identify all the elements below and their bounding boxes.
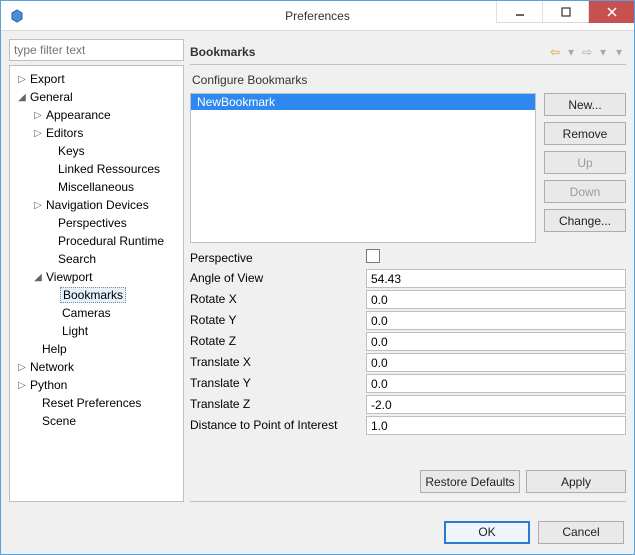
tree-item-light[interactable]: Light — [12, 322, 181, 340]
new-button[interactable]: New... — [544, 93, 626, 116]
tree-item-editors[interactable]: ▷Editors — [12, 124, 181, 142]
nav-back-icon[interactable]: ⇦ — [548, 45, 562, 59]
dropdown-icon[interactable]: ▾ — [596, 45, 610, 59]
tree-item-export[interactable]: ▷Export — [12, 70, 181, 88]
rotate-x-label: Rotate X — [190, 290, 360, 309]
preferences-tree[interactable]: ▷Export ◢General ▷Appearance ▷Editors Ke… — [9, 65, 184, 502]
tree-item-perspectives[interactable]: Perspectives — [12, 214, 181, 232]
tree-item-miscellaneous[interactable]: Miscellaneous — [12, 178, 181, 196]
tree-item-navigation-devices[interactable]: ▷Navigation Devices — [12, 196, 181, 214]
window-controls — [496, 1, 634, 30]
tree-item-reset-preferences[interactable]: Reset Preferences — [12, 394, 181, 412]
tree-item-search[interactable]: Search — [12, 250, 181, 268]
distance-label: Distance to Point of Interest — [190, 416, 360, 435]
nav-forward-icon[interactable]: ⇨ — [580, 45, 594, 59]
chevron-right-icon: ▷ — [32, 128, 44, 139]
rotate-z-label: Rotate Z — [190, 332, 360, 351]
tree-item-general[interactable]: ◢General — [12, 88, 181, 106]
down-button[interactable]: Down — [544, 180, 626, 203]
chevron-right-icon: ▷ — [32, 200, 44, 211]
tree-item-procedural-runtime[interactable]: Procedural Runtime — [12, 232, 181, 250]
perspective-label: Perspective — [190, 249, 360, 267]
titlebar: Preferences — [1, 1, 634, 31]
tree-item-linked-resources[interactable]: Linked Ressources — [12, 160, 181, 178]
chevron-right-icon: ▷ — [32, 110, 44, 121]
preferences-window: Preferences ▷Export ◢General ▷Appearance… — [0, 0, 635, 555]
cancel-button[interactable]: Cancel — [538, 521, 624, 544]
rotate-x-input[interactable] — [366, 290, 626, 309]
apply-button[interactable]: Apply — [526, 470, 626, 493]
menu-dropdown-icon[interactable]: ▾ — [612, 45, 626, 59]
tree-item-cameras[interactable]: Cameras — [12, 304, 181, 322]
translate-z-input[interactable] — [366, 395, 626, 414]
chevron-right-icon: ▷ — [16, 380, 28, 391]
rotate-y-input[interactable] — [366, 311, 626, 330]
bookmark-item[interactable]: NewBookmark — [191, 94, 535, 110]
perspective-checkbox[interactable] — [366, 249, 380, 263]
section-header: Bookmarks ⇦ ▾ ⇨ ▾ ▾ — [190, 39, 626, 65]
filter-input[interactable] — [9, 39, 184, 61]
chevron-right-icon: ▷ — [16, 74, 28, 85]
translate-x-label: Translate X — [190, 353, 360, 372]
translate-y-label: Translate Y — [190, 374, 360, 393]
rotate-y-label: Rotate Y — [190, 311, 360, 330]
chevron-down-icon: ◢ — [32, 272, 44, 283]
maximize-button[interactable] — [542, 1, 588, 23]
app-icon — [9, 8, 25, 24]
tree-item-scene[interactable]: Scene — [12, 412, 181, 430]
translate-x-input[interactable] — [366, 353, 626, 372]
dropdown-icon[interactable]: ▾ — [564, 45, 578, 59]
change-button[interactable]: Change... — [544, 209, 626, 232]
section-subtitle: Configure Bookmarks — [190, 69, 626, 93]
chevron-down-icon: ◢ — [16, 92, 28, 103]
translate-z-label: Translate Z — [190, 395, 360, 414]
tree-item-python[interactable]: ▷Python — [12, 376, 181, 394]
minimize-button[interactable] — [496, 1, 542, 23]
rotate-z-input[interactable] — [366, 332, 626, 351]
distance-input[interactable] — [366, 416, 626, 435]
dialog-footer: OK Cancel — [1, 510, 634, 554]
restore-defaults-button[interactable]: Restore Defaults — [420, 470, 520, 493]
tree-item-keys[interactable]: Keys — [12, 142, 181, 160]
up-button[interactable]: Up — [544, 151, 626, 174]
tree-item-viewport[interactable]: ◢Viewport — [12, 268, 181, 286]
angle-input[interactable] — [366, 269, 626, 288]
tree-item-help[interactable]: Help — [12, 340, 181, 358]
bookmark-list[interactable]: NewBookmark — [190, 93, 536, 243]
tree-item-appearance[interactable]: ▷Appearance — [12, 106, 181, 124]
tree-item-bookmarks[interactable]: Bookmarks — [12, 286, 181, 304]
angle-label: Angle of View — [190, 269, 360, 288]
chevron-right-icon: ▷ — [16, 362, 28, 373]
ok-button[interactable]: OK — [444, 521, 530, 544]
remove-button[interactable]: Remove — [544, 122, 626, 145]
tree-item-network[interactable]: ▷Network — [12, 358, 181, 376]
translate-y-input[interactable] — [366, 374, 626, 393]
section-title: Bookmarks — [190, 45, 255, 59]
close-button[interactable] — [588, 1, 634, 23]
